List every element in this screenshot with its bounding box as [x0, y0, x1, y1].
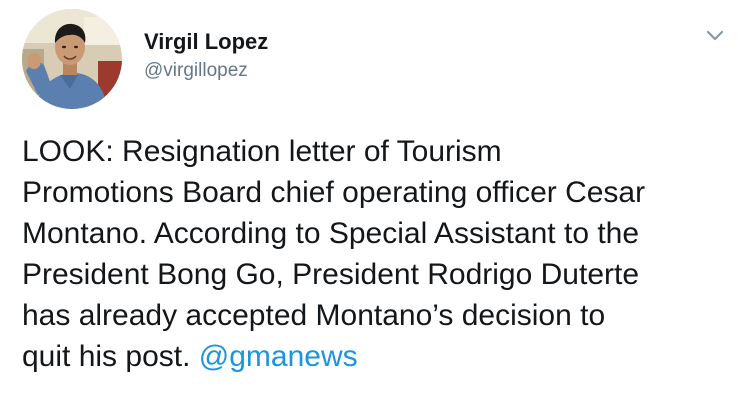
chevron-down-icon [706, 30, 724, 41]
avatar-photo [22, 9, 122, 109]
tweet-text-line: President Bong Go, President Rodrigo Dut… [22, 258, 640, 291]
tweet-text-line: has already accepted Montano’s decision … [22, 299, 606, 332]
author-display-name[interactable]: Virgil Lopez [144, 28, 268, 56]
author-handle[interactable]: @virgillopez [144, 59, 268, 83]
mention-link[interactable]: @gmanews [199, 340, 358, 373]
tweet-text-line: LOOK: Resignation letter of Tourism [22, 135, 502, 168]
avatar[interactable] [22, 9, 122, 109]
tweet-menu-button[interactable] [700, 24, 730, 48]
tweet-card: Virgil Lopez @virgillopez LOOK: Resignat… [0, 0, 750, 403]
tweet-text-line: Montano. According to Special Assistant … [22, 217, 640, 250]
tweet-text-last-line: quit his post. @gmanews [22, 336, 732, 377]
tweet-text-line: Promotions Board chief operating officer… [22, 176, 646, 209]
author-info[interactable]: Virgil Lopez @virgillopez [144, 28, 268, 83]
tweet-text: LOOK: Resignation letter of Tourism Prom… [22, 131, 732, 377]
tweet-text-line: quit his post. [22, 340, 199, 373]
